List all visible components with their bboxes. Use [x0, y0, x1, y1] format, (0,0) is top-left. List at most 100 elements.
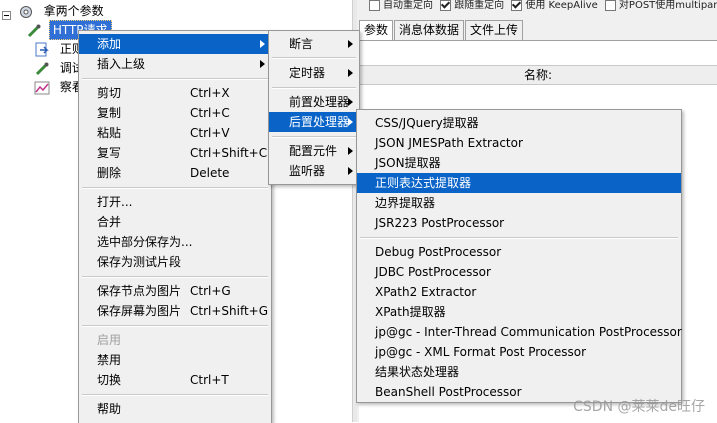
menu-item-label: 配置元件: [289, 144, 338, 158]
menu-separator: [272, 136, 356, 138]
menu-item-toggle[interactable]: 切换 Ctrl+T: [79, 370, 271, 390]
submenu-item-listener[interactable]: 监听器: [269, 161, 359, 181]
submenu-item-xpath-extractor[interactable]: XPath提取器: [357, 302, 681, 322]
menu-item-label: Debug PostProcessor: [375, 245, 502, 259]
submenu-item-jdbc-postprocessor[interactable]: JDBC PostProcessor: [357, 262, 681, 282]
menu-separator: [272, 87, 356, 89]
menu-item-label: 保存节点为图片: [97, 284, 182, 298]
menu-separator: [82, 276, 268, 278]
menu-item-label: 剪切: [97, 86, 122, 100]
menu-item-merge[interactable]: 合并: [79, 212, 271, 232]
follow-redirect-label: 跟随重定向: [454, 0, 505, 11]
submenu-arrow-icon: [348, 40, 353, 48]
menu-item-shortcut: Ctrl+Shift+G: [190, 304, 269, 318]
collapse-toggle-icon[interactable]: [2, 7, 11, 20]
submenu-item-result-status-handler[interactable]: 结果状态处理器: [357, 362, 681, 382]
menu-item-shortcut: Ctrl+X: [190, 86, 230, 100]
menu-item-paste[interactable]: 粘贴 Ctrl+V: [79, 123, 271, 143]
submenu-item-assertions[interactable]: 断言: [269, 34, 359, 54]
sampler-pipette-icon: [26, 23, 42, 39]
menu-separator: [272, 57, 356, 59]
submenu-item-config-element[interactable]: 配置元件: [269, 141, 359, 161]
post-processor-submenu: CSS/JQuery提取器 JSON JMESPath Extractor JS…: [356, 109, 682, 403]
menu-item-save-screen-image[interactable]: 保存屏幕为图片 Ctrl+Shift+G: [79, 301, 271, 321]
params-name-column-header[interactable]: 名称:: [359, 65, 717, 85]
menu-item-label: 结果状态处理器: [375, 365, 460, 379]
menu-item-label: 定时器: [289, 66, 326, 80]
menu-item-label: 后置处理器: [289, 115, 350, 129]
menu-item-shortcut: Ctrl+T: [190, 373, 229, 387]
menu-item-add[interactable]: 添加: [79, 34, 271, 54]
menu-item-save-node-image[interactable]: 保存节点为图片 Ctrl+G: [79, 281, 271, 301]
menu-separator: [82, 187, 268, 189]
menu-item-label: JDBC PostProcessor: [375, 265, 491, 279]
multipart-checkbox[interactable]: [604, 0, 616, 11]
submenu-item-xml-format-post-processor[interactable]: jp@gc - XML Format Post Processor: [357, 342, 681, 362]
menu-separator: [82, 394, 268, 396]
menu-item-label: XPath2 Extractor: [375, 285, 477, 299]
submenu-item-regex-extractor[interactable]: 正则表达式提取器: [357, 173, 681, 193]
submenu-item-timer[interactable]: 定时器: [269, 63, 359, 83]
menu-item-disable[interactable]: 禁用: [79, 350, 271, 370]
menu-item-duplicate[interactable]: 复写 Ctrl+Shift+C: [79, 143, 271, 163]
menu-item-cut[interactable]: 剪切 Ctrl+X: [79, 83, 271, 103]
menu-item-label: 禁用: [97, 353, 122, 367]
submenu-arrow-icon: [348, 118, 353, 126]
submenu-item-json-extractor[interactable]: JSON提取器: [357, 153, 681, 173]
menu-item-label: 断言: [289, 37, 314, 51]
auto-redirect-checkbox[interactable]: [369, 0, 380, 11]
listener-chart-icon: [34, 80, 50, 96]
thread-group-gear-icon: [18, 4, 34, 20]
follow-redirect-checkbox[interactable]: [440, 0, 452, 11]
menu-item-label: 复制: [97, 106, 122, 120]
menu-item-enable: 启用: [79, 330, 271, 350]
menu-item-shortcut: Delete: [190, 166, 230, 180]
menu-item-insert-parent[interactable]: 插入上级: [79, 54, 271, 74]
menu-item-label: CSS/JQuery提取器: [375, 116, 479, 130]
menu-item-label: 选中部分保存为...: [97, 235, 193, 249]
tab-body-data[interactable]: 消息体数据: [394, 20, 465, 40]
submenu-item-jsr223-postprocessor[interactable]: JSR223 PostProcessor: [357, 213, 681, 233]
menu-item-save-selection-as[interactable]: 选中部分保存为...: [79, 232, 271, 252]
watermark: CSDN @莱莱de旺仔: [573, 399, 705, 415]
submenu-item-inter-thread-communication[interactable]: jp@gc - Inter-Thread Communication PostP…: [357, 322, 682, 342]
menu-item-label: 添加: [97, 37, 122, 51]
menu-item-save-as-fragment[interactable]: 保存为测试片段: [79, 252, 271, 272]
extractor-arrow-icon: [34, 42, 50, 58]
menu-item-shortcut: Ctrl+G: [190, 284, 231, 298]
submenu-arrow-icon: [260, 60, 265, 68]
submenu-arrow-icon: [348, 98, 353, 106]
menu-item-label: 保存为测试片段: [97, 255, 182, 269]
multipart-label: 对POST使用multipart: [618, 0, 717, 11]
menu-item-shortcut: Ctrl+V: [190, 126, 230, 140]
menu-item-help[interactable]: 帮助: [79, 399, 271, 419]
menu-item-label: BeanShell PostProcessor: [375, 385, 522, 399]
menu-item-label: 粘贴: [97, 126, 122, 140]
keepalive-checkbox[interactable]: [511, 0, 523, 11]
submenu-item-css-jquery-extractor[interactable]: CSS/JQuery提取器: [357, 113, 681, 133]
submenu-item-debug-postprocessor[interactable]: Debug PostProcessor: [357, 242, 681, 262]
submenu-item-post-processor[interactable]: 后置处理器: [269, 112, 359, 132]
menu-separator: [82, 325, 268, 327]
menu-item-label: 删除: [97, 166, 122, 180]
menu-item-delete[interactable]: 删除 Delete: [79, 163, 271, 183]
tree-node-root[interactable]: 拿两个参数: [0, 2, 107, 20]
menu-separator: [82, 78, 268, 80]
menu-item-copy[interactable]: 复制 Ctrl+C: [79, 103, 271, 123]
menu-item-label: 帮助: [97, 402, 122, 416]
submenu-arrow-icon: [348, 167, 353, 175]
menu-item-label: JSON提取器: [375, 156, 441, 170]
menu-item-shortcut: Ctrl+Shift+C: [190, 146, 268, 160]
submenu-arrow-icon: [260, 40, 265, 48]
submenu-item-json-jmespath-extractor[interactable]: JSON JMESPath Extractor: [357, 133, 681, 153]
tree-node-label: 拿两个参数: [43, 4, 104, 18]
menu-item-open[interactable]: 打开...: [79, 192, 271, 212]
submenu-item-pre-processor[interactable]: 前置处理器: [269, 92, 359, 112]
tab-parameters[interactable]: 参数: [359, 20, 394, 40]
submenu-item-boundary-extractor[interactable]: 边界提取器: [357, 193, 681, 213]
request-options-row: 自动重定向 跟随重定向 使用 KeepAlive 对POST使用multipar…: [365, 0, 717, 11]
submenu-item-xpath2-extractor[interactable]: XPath2 Extractor: [357, 282, 681, 302]
tab-file-upload[interactable]: 文件上传: [465, 20, 524, 40]
menu-item-label: 监听器: [289, 164, 326, 178]
menu-item-label: 切换: [97, 373, 122, 387]
